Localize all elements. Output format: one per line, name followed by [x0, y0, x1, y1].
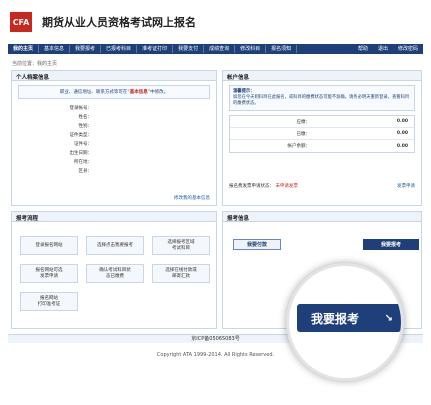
nav-pay[interactable]: 我要支付: [173, 45, 205, 53]
field-label: 所在地：: [74, 159, 92, 165]
header: CFA 期货从业人员资格考试网上报名: [8, 6, 423, 38]
field-row: 出生日期：: [12, 148, 216, 157]
field-row: 性别：: [12, 121, 216, 130]
field-row: 证件类型：: [12, 130, 216, 139]
nav-edit-subjects[interactable]: 修改科目: [235, 45, 267, 53]
flow-panel: 报考流程 登录报名网站 选择点击我要报考 选择报考区域 考试科目 报名网站可选 …: [11, 211, 217, 329]
exam-title: 报考信息: [223, 212, 421, 222]
balance-label: 帐户余额：: [287, 144, 311, 149]
field-label: 区县：: [78, 168, 93, 174]
field-label: 性别：: [78, 123, 93, 129]
profile-title: 个人档案信息: [12, 71, 216, 81]
account-title: 帐户信息: [223, 71, 421, 81]
profile-notice: 职业、通信地址、联系方式等可在“基本信息”中修改。: [18, 85, 210, 99]
field-row: 证件号：: [12, 139, 216, 148]
account-notice: 温馨提示： 如您在今天则科目在此报名，或科目的缴费状态可能不准确，请务必明天重新…: [229, 85, 415, 111]
nav-help[interactable]: 帮助: [353, 45, 373, 53]
flow-step: 选择点击我要报考: [86, 236, 144, 255]
notice-highlight: 基本信息: [129, 90, 148, 95]
profile-panel: 个人档案信息 职业、通信地址、联系方式等可在“基本信息”中修改。 登录帐号： 姓…: [11, 70, 217, 206]
nav-logout[interactable]: 退出: [373, 45, 393, 53]
invoice-status: 未申请发票: [275, 184, 298, 189]
balance-row: 已缴： 0.00: [230, 128, 414, 140]
flow-title: 报考流程: [12, 212, 216, 222]
invoice-apply-link[interactable]: 发票申请: [397, 183, 415, 189]
nav-print-admission[interactable]: 准考证打印: [137, 45, 174, 53]
field-row: 区县：: [12, 166, 216, 175]
magnified-apply-button[interactable]: 我要报考 ↘: [297, 304, 401, 332]
magnifier-overlay: 我要报考 ↘: [286, 263, 404, 381]
site-title: 期货从业人员资格考试网上报名: [42, 16, 196, 29]
field-row: 所在地：: [12, 157, 216, 166]
field-label: 登录帐号：: [69, 105, 93, 111]
balance-value: 0.00: [396, 143, 408, 149]
notice-body: 如您在今天则科目在此报名，或科目的缴费状态可能不准确，请务必明天重新登录，查看科…: [233, 95, 410, 106]
main-nav: 我的主页 基本信息 我要报考 已报考科目 准考证打印 我要支付 成绩查询 修改科…: [8, 44, 423, 54]
balance-label: 已缴：: [296, 131, 311, 137]
flow-step: 选择报考区域 考试科目: [152, 236, 210, 255]
apply-button[interactable]: 我要报考: [363, 239, 419, 250]
notice-prefix: 职业、通信地址、联系方式等可在: [59, 90, 128, 95]
flow-step: 选择在线付款或 邮寄汇款: [152, 264, 210, 283]
arrow-icon: ↘: [384, 312, 393, 324]
invoice-label: 报名费发票申请状态：: [229, 184, 274, 189]
account-panel: 帐户信息 温馨提示： 如您在今天则科目在此报名，或科目的缴费状态可能不准确，请务…: [222, 70, 422, 206]
nav-apply[interactable]: 我要报考: [70, 45, 102, 53]
flow-step: 报名网站可选 发票申请: [20, 264, 78, 283]
balance-row: 应缴： 0.00: [230, 116, 414, 128]
pay-button[interactable]: 我要付款: [233, 239, 281, 250]
field-row: 登录帐号：: [12, 103, 216, 112]
balance-value: 0.00: [396, 131, 408, 136]
flow-step: 报名网站 打印准考证: [20, 292, 78, 311]
breadcrumb: 当前位置：我的主页: [12, 61, 58, 67]
balance-label: 应缴：: [296, 119, 311, 125]
logo: CFA: [10, 12, 32, 32]
nav-home[interactable]: 我的主页: [8, 45, 40, 53]
balance-row: 帐户余额： 0.00: [230, 140, 414, 152]
balance-table: 应缴： 0.00 已缴： 0.00 帐户余额： 0.00: [229, 115, 415, 153]
edit-profile-link[interactable]: 修改我的基本信息: [174, 195, 210, 201]
balance-value: 0.00: [396, 119, 408, 124]
notice-suffix: 中修改。: [150, 90, 169, 95]
field-label: 证件类型：: [69, 132, 93, 138]
nav-instructions[interactable]: 报名须知: [266, 45, 298, 53]
nav-right: 帮助 退出 修改密码: [353, 45, 423, 53]
flow-step: 确认考试科目状 态已缴费: [86, 264, 144, 283]
nav-scores[interactable]: 成绩查询: [204, 45, 236, 53]
profile-fields: 登录帐号： 姓名： 性别： 证件类型： 证件号： 出生日期： 所在地： 区县：: [12, 103, 216, 175]
flow-step: 登录报名网站: [20, 236, 78, 255]
nav-basic-info[interactable]: 基本信息: [39, 45, 71, 53]
nav-applied-subjects[interactable]: 已报考科目: [101, 45, 138, 53]
invoice-status-row: 报名费发票申请状态： 未申请发票: [229, 183, 298, 189]
magnified-apply-label: 我要报考: [311, 311, 360, 326]
field-label: 姓名：: [78, 114, 93, 120]
field-label: 出生日期：: [69, 150, 93, 156]
nav-change-password[interactable]: 修改密码: [393, 45, 423, 53]
field-label: 证件号：: [74, 141, 92, 147]
field-row: 姓名：: [12, 112, 216, 121]
